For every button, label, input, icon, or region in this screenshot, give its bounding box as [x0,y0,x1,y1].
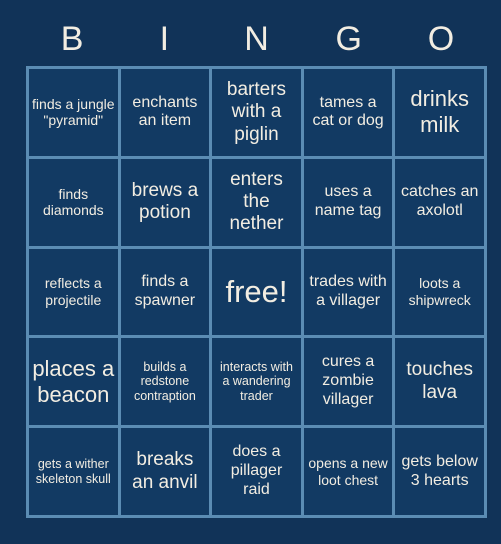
bingo-header-letter-o: O [427,20,455,58]
bingo-cell-label: builds a redstone contraption [133,359,196,404]
bingo-cell-r5c2[interactable]: breaks an anvil [120,428,210,515]
bingo-cell-label: touches lava [406,359,473,403]
bingo-cell-label: enchants an item [132,93,198,130]
bingo-cell-r1c5[interactable]: drinks milk [395,69,484,156]
bingo-cell-r5c3[interactable]: does a pillager raid [212,428,301,515]
bingo-cell-label: barters with a piglin [226,78,287,145]
bingo-cell-r3c4[interactable]: trades with a villager [303,248,393,336]
bingo-cell-r1c4[interactable]: tames a cat or dog [303,69,393,156]
bingo-cell-label: interacts with a wandering trader [220,359,293,404]
bingo-cell-label: finds diamonds [42,185,104,219]
bingo-header-letter-i: I [159,20,170,58]
bingo-cell-r3c5[interactable]: loots a shipwreck [395,248,484,336]
bingo-cell-r4c1[interactable]: places a beacon [29,338,118,426]
bingo-cell-label: drinks milk [410,86,470,138]
bingo-cell-r2c3[interactable]: enters the nether [212,158,301,246]
bingo-cell-r3c1[interactable]: reflects a projectile [29,248,118,336]
bingo-cell-label: catches an axolotl [400,183,479,220]
bingo-cell-label: gets below 3 hearts [401,452,478,489]
bingo-cell-r1c1[interactable]: finds a jungle "pyramid" [29,69,118,156]
bingo-cell-label: does a pillager raid [230,443,283,499]
bingo-cell-label: gets a wither skeleton skull [35,456,111,486]
bingo-cell-r3c2[interactable]: finds a spawner [120,248,210,336]
bingo-cell-r4c3[interactable]: interacts with a wandering trader [212,338,301,426]
bingo-grid: finds a jungle "pyramid" enchants an item… [26,66,487,518]
bingo-cell-label: brews a potion [131,179,199,224]
bingo-cell-r5c5[interactable]: gets below 3 hearts [395,428,484,515]
bingo-cell-label: finds a spawner [134,273,196,309]
bingo-cell-r4c5[interactable]: touches lava [395,338,484,426]
bingo-cell-label: reflects a projectile [44,275,102,308]
bingo-cell-r5c4[interactable]: opens a new loot chest [303,428,393,515]
bingo-cell-label: cures a zombie villager [321,353,375,409]
bingo-cell-label: loots a shipwreck [408,275,471,308]
bingo-cell-r4c4[interactable]: cures a zombie villager [303,338,393,426]
bingo-header-letter-b: B [60,20,84,58]
bingo-cell-r3c3[interactable]: free! [212,248,301,336]
bingo-cell-label: places a beacon [32,355,115,407]
bingo-cell-label: trades with a villager [309,273,387,309]
bingo-cell-r1c3[interactable]: barters with a piglin [212,69,301,156]
bingo-cell-r4c2[interactable]: builds a redstone contraption [120,338,210,426]
bingo-cell-r5c1[interactable]: gets a wither skeleton skull [29,428,118,515]
bingo-cell-r2c5[interactable]: catches an axolotl [395,158,484,246]
bingo-header: B I N G O [26,14,487,64]
bingo-cell-r2c1[interactable]: finds diamonds [29,158,118,246]
bingo-cell-r2c4[interactable]: uses a name tag [303,158,393,246]
bingo-cell-r2c2[interactable]: brews a potion [120,158,210,246]
bingo-cell-r1c2[interactable]: enchants an item [120,69,210,156]
bingo-cell-label: uses a name tag [314,183,382,220]
bingo-cell-label: breaks an anvil [132,449,198,493]
bingo-cell-label: finds a jungle "pyramid" [32,95,115,129]
bingo-cell-label: tames a cat or dog [312,93,384,130]
bingo-cell-label: free! [225,273,288,309]
bingo-cell-label: opens a new loot chest [308,455,388,488]
bingo-cell-label: enters the nether [229,168,284,235]
bingo-header-letter-g: G [335,20,362,58]
bingo-card: B I N G O finds a jungle "pyramid" enchan… [0,0,501,544]
bingo-header-letter-n: N [244,20,269,58]
